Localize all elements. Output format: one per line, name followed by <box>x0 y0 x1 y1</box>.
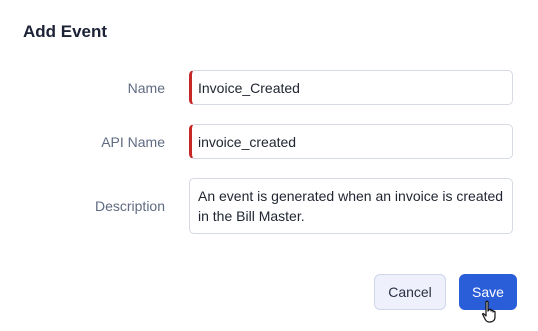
hand-pointer-icon <box>481 300 496 323</box>
add-event-dialog: Add Event Name API Name Description An e… <box>0 0 538 331</box>
cancel-button[interactable]: Cancel <box>374 274 446 310</box>
description-textarea[interactable]: An event is generated when an invoice is… <box>189 178 513 234</box>
name-input[interactable] <box>189 70 513 105</box>
name-label: Name <box>127 80 165 96</box>
api-name-input[interactable] <box>189 124 513 159</box>
dialog-title: Add Event <box>23 22 108 41</box>
api-name-label: API Name <box>101 134 165 150</box>
description-label: Description <box>94 198 165 214</box>
